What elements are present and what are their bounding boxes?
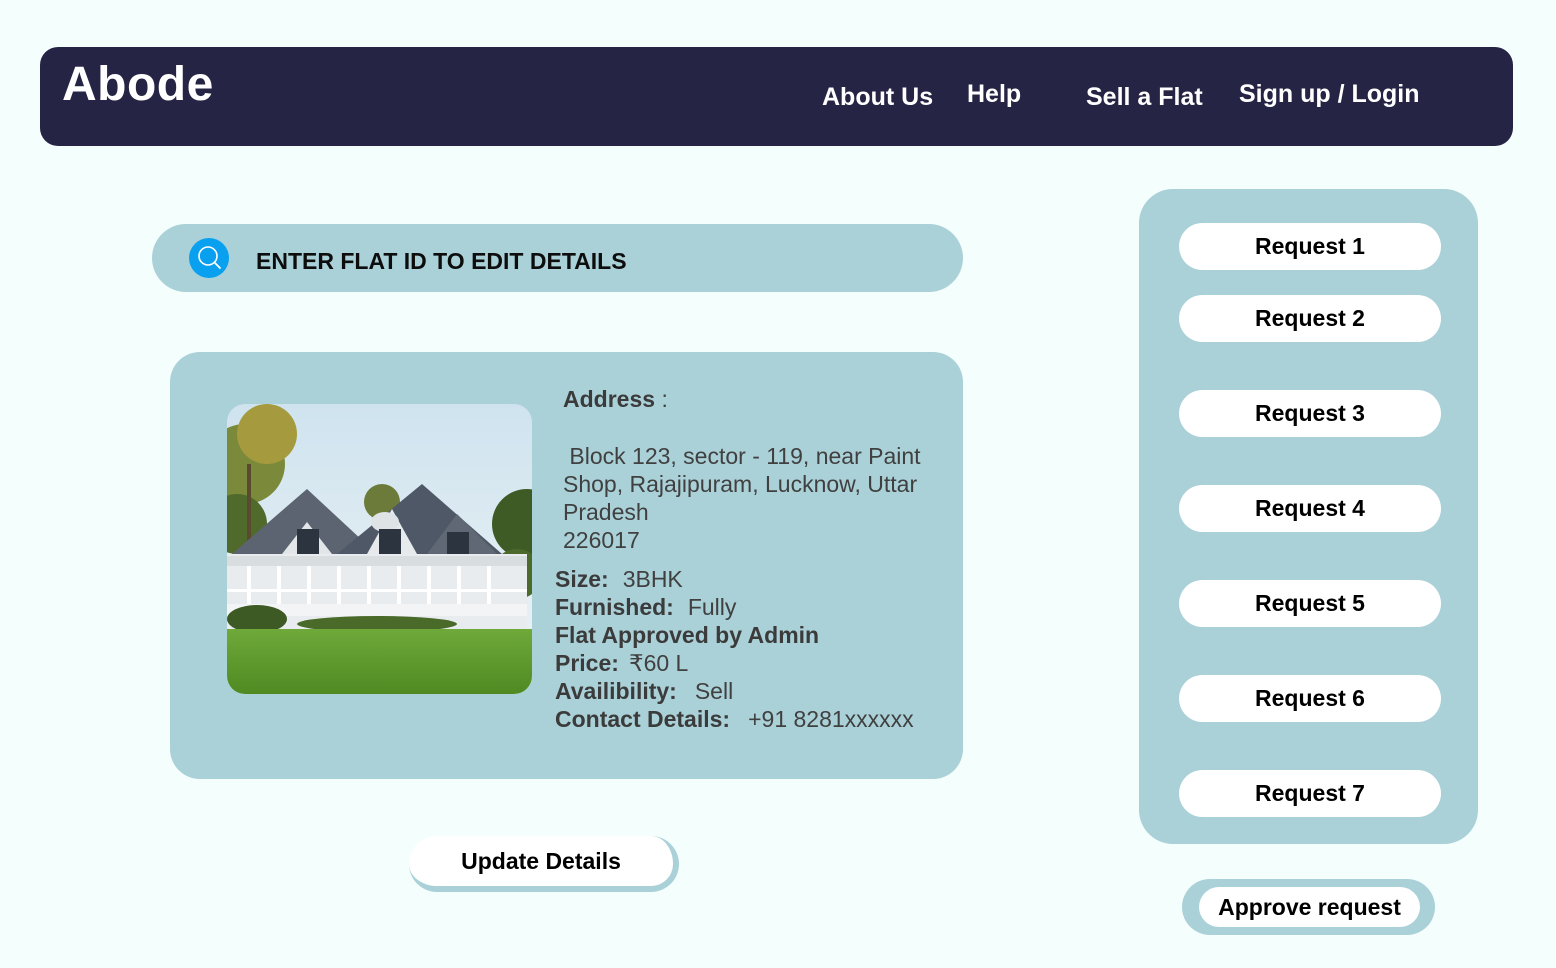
- furnished-label: Furnished:: [555, 594, 674, 620]
- request-6-button[interactable]: Request 6: [1179, 675, 1441, 722]
- request-5-button[interactable]: Request 5: [1179, 580, 1441, 627]
- nav-signup-login[interactable]: Sign up / Login: [1239, 80, 1420, 109]
- address-line-3: Pradesh: [563, 499, 649, 525]
- request-3-button[interactable]: Request 3: [1179, 390, 1441, 437]
- approval-status: Flat Approved by Admin: [555, 622, 819, 649]
- update-details-button[interactable]: Update Details: [409, 836, 679, 892]
- address-label: Address: [563, 386, 656, 412]
- address-colon: :: [661, 386, 668, 412]
- availability-value: Sell: [694, 678, 734, 704]
- approved-text: Flat Approved by Admin: [555, 622, 820, 648]
- address-line-1: Block 123, sector - 119, near Paint: [563, 443, 921, 469]
- brand-logo[interactable]: Abode: [62, 57, 214, 112]
- availability-label: Availibility:: [555, 678, 677, 704]
- price-row: Price: ₹60 L: [555, 650, 688, 677]
- furnished-row: Furnished: Fully: [555, 594, 736, 621]
- request-2-button[interactable]: Request 2: [1179, 295, 1441, 342]
- price-label: Price:: [555, 650, 619, 676]
- address-line-2: Shop, Rajajipuram, Lucknow, Uttar: [563, 471, 918, 497]
- contact-row: Contact Details: +91 8281xxxxxx: [555, 706, 914, 733]
- nav-about-us[interactable]: About Us: [822, 83, 933, 112]
- flat-photo: [227, 404, 532, 694]
- address-value: Block 123, sector - 119, near Paint Shop…: [563, 442, 943, 554]
- furnished-value: Fully: [687, 594, 737, 620]
- request-1-button[interactable]: Request 1: [1179, 223, 1441, 270]
- contact-value: +91 8281xxxxxx: [748, 706, 914, 732]
- size-row: Size: 3BHK: [555, 566, 683, 593]
- availability-row: Availibility: Sell: [555, 678, 733, 705]
- nav-sell-flat[interactable]: Sell a Flat: [1086, 83, 1203, 112]
- price-value: ₹60 L: [628, 650, 689, 676]
- flat-id-input[interactable]: [256, 244, 936, 278]
- search-icon[interactable]: [189, 238, 229, 278]
- contact-label: Contact Details:: [555, 706, 731, 732]
- size-label: Size:: [555, 566, 609, 592]
- size-value: 3BHK: [622, 566, 683, 592]
- address-heading: Address :: [563, 386, 668, 413]
- request-7-button[interactable]: Request 7: [1179, 770, 1441, 817]
- address-line-4: 226017: [563, 527, 640, 553]
- nav-help[interactable]: Help: [967, 80, 1021, 109]
- request-4-button[interactable]: Request 4: [1179, 485, 1441, 532]
- approve-request-button[interactable]: Approve request: [1199, 887, 1420, 927]
